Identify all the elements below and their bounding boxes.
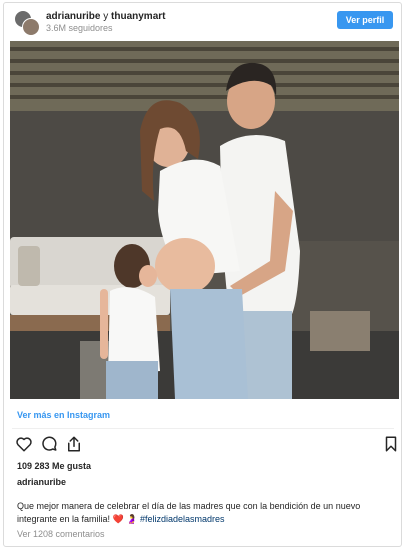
comment-icon[interactable] <box>40 435 58 453</box>
post-authors[interactable]: adrianuribe y thuanymart <box>46 11 165 22</box>
avatar-thuanymart <box>22 18 40 36</box>
view-more-on-instagram-link[interactable]: Ver más en Instagram <box>17 410 110 420</box>
heart-icon[interactable] <box>15 435 33 453</box>
bookmark-icon[interactable] <box>382 435 400 453</box>
post-header: adrianuribe y thuanymart 3.6M seguidores… <box>4 3 401 39</box>
post-caption: Que mejor manera de celebrar el día de l… <box>17 500 392 526</box>
follower-count: 3.6M seguidores <box>46 23 113 33</box>
post-owner-username[interactable]: adrianuribe <box>17 477 66 487</box>
like-count[interactable]: 109 283 Me gusta <box>17 461 91 471</box>
hashtag-link[interactable]: #felizdiadelasmadres <box>140 514 225 524</box>
view-comments-link[interactable]: Ver 1208 comentarios <box>17 529 105 539</box>
username-2[interactable]: thuanymart <box>111 11 165 22</box>
action-bar <box>4 435 401 455</box>
share-icon[interactable] <box>65 435 83 453</box>
post-photo[interactable] <box>10 41 399 399</box>
divider <box>12 428 394 429</box>
username-joiner: y <box>103 11 109 22</box>
photo-illustration <box>10 41 399 399</box>
avatar[interactable] <box>14 10 40 36</box>
instagram-embed-card: adrianuribe y thuanymart 3.6M seguidores… <box>3 2 402 547</box>
username-1[interactable]: adrianuribe <box>46 11 100 22</box>
view-profile-button[interactable]: Ver perfil <box>337 11 393 29</box>
